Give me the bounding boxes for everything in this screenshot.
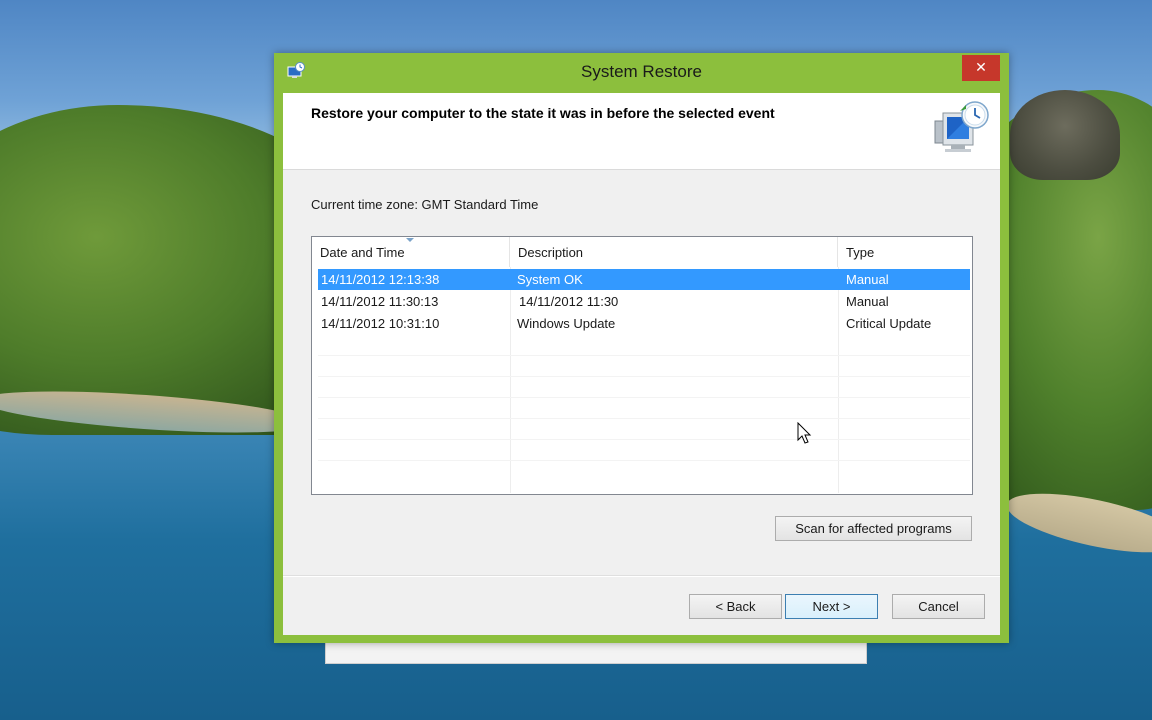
cell-date-time: 14/11/2012 11:30:13 [321,294,439,309]
cell-date-time: 14/11/2012 10:31:10 [321,316,440,331]
rock-right [1010,90,1120,180]
next-button[interactable]: Next > [785,594,878,619]
cell-description: Windows Update [517,316,616,331]
scan-affected-programs-button[interactable]: Scan for affected programs [775,516,972,541]
footer-divider-highlight [283,576,1000,577]
cell-description: System OK [517,272,583,287]
column-header-type[interactable]: Type [838,237,972,267]
mouse-pointer-icon [797,422,812,444]
sort-arrow-icon [406,238,414,242]
cell-description: 14/11/2012 11:30 [519,294,619,309]
close-icon: ✕ [975,60,987,76]
desktop-background: System Restore ✕ Restore your computer t… [0,0,1152,720]
list-header: Date and Time Description Type [312,237,972,267]
row-gridline [318,460,970,461]
dialog-client-area: Restore your computer to the state it wa… [283,93,1000,635]
cell-type: Manual [846,272,889,287]
row-gridline [318,439,970,440]
header-instruction: Restore your computer to the state it wa… [311,105,775,121]
row-gridline [318,355,970,356]
background-window-edge [325,640,867,664]
header-band: Restore your computer to the state it wa… [283,93,1000,170]
cell-type: Manual [846,294,889,309]
row-gridline [318,418,970,419]
restore-point-list[interactable]: Date and Time Description Type 14/11/201… [311,236,973,495]
row-gridline [318,376,970,377]
timezone-label: Current time zone: GMT Standard Time [311,197,539,212]
table-row[interactable]: 14/11/2012 11:30:13 14/11/2012 11:30 Man… [318,291,970,312]
cancel-button[interactable]: Cancel [892,594,985,619]
system-restore-icon [934,101,989,152]
cell-type: Critical Update [846,316,932,331]
column-header-description[interactable]: Description [510,237,838,267]
system-restore-window: System Restore ✕ Restore your computer t… [274,53,1009,643]
back-button[interactable]: < Back [689,594,782,619]
table-row[interactable]: 14/11/2012 10:31:10 Windows Update Criti… [318,313,970,334]
cell-date-time: 14/11/2012 12:13:38 [321,272,440,287]
close-button[interactable]: ✕ [962,55,1000,81]
table-row[interactable]: 14/11/2012 12:13:38 System OK Manual [318,269,970,290]
row-gridline [318,397,970,398]
window-title: System Restore [581,62,702,81]
title-bar[interactable]: System Restore ✕ [274,53,1009,93]
